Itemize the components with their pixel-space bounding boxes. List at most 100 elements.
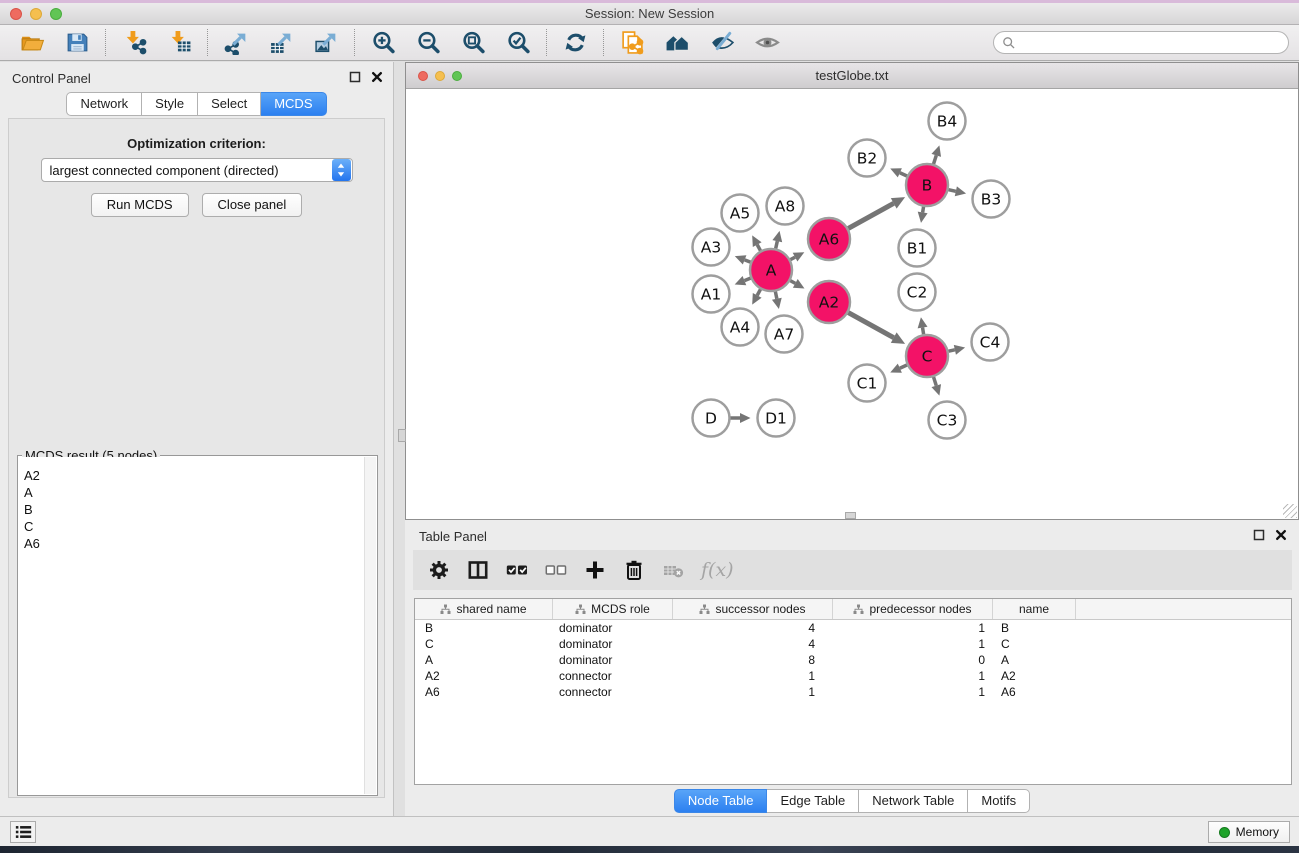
edge-A-A3[interactable] (745, 260, 751, 262)
edge-B-B4[interactable] (934, 155, 937, 164)
edge-C-C4[interactable] (948, 350, 954, 351)
save-session-icon[interactable] (64, 30, 90, 56)
cell-shared-name[interactable]: A (415, 653, 553, 667)
cell-MCDS-role[interactable]: connector (553, 685, 673, 699)
edge-A2-C[interactable] (848, 313, 893, 338)
horizontal-split-handle[interactable] (845, 512, 856, 519)
edge-B-B2[interactable] (900, 173, 907, 176)
vertical-split-handle[interactable] (398, 429, 406, 442)
float-table-panel-icon[interactable] (1252, 528, 1265, 541)
zoom-in-icon[interactable] (370, 30, 396, 56)
edge-A-A7[interactable] (775, 292, 776, 299)
criterion-dropdown[interactable]: largest connected component (directed) (41, 158, 353, 182)
cell-name[interactable]: A2 (993, 669, 1076, 683)
mcds-result-item[interactable]: A (19, 484, 364, 501)
table-row[interactable]: Bdominator41B (415, 620, 1291, 636)
cell-successor-nodes[interactable]: 4 (673, 637, 833, 651)
deselect-all-columns-icon[interactable] (545, 558, 567, 582)
clone-network-icon[interactable] (619, 30, 645, 56)
first-neighbors-icon[interactable] (664, 30, 690, 56)
tab-network[interactable]: Network (66, 92, 142, 116)
export-image-icon[interactable] (313, 30, 339, 56)
edge-A-A8[interactable] (776, 241, 778, 248)
column-header-name[interactable]: name (993, 599, 1076, 619)
column-header-predecessor-nodes[interactable]: predecessor nodes (833, 599, 993, 619)
close-panel-icon[interactable] (370, 70, 383, 83)
cell-successor-nodes[interactable]: 1 (673, 669, 833, 683)
float-panel-icon[interactable] (348, 70, 361, 83)
cell-shared-name[interactable]: B (415, 621, 553, 635)
result-scrollbar[interactable] (364, 457, 376, 794)
window-resize-grip[interactable] (1283, 504, 1297, 518)
graphics-details-icon[interactable] (709, 30, 735, 56)
network-canvas[interactable]: B4B2BB3A5A8A6B1A3AC2A1A2A4A7C4CC1C3DD1 (406, 89, 1298, 519)
mcds-result-item[interactable]: B (19, 501, 364, 518)
table-row[interactable]: Adominator80A (415, 652, 1291, 668)
cell-MCDS-role[interactable]: connector (553, 669, 673, 683)
tab-network-table[interactable]: Network Table (859, 789, 968, 813)
cell-name[interactable]: A6 (993, 685, 1076, 699)
cell-predecessor-nodes[interactable]: 1 (833, 621, 993, 635)
column-header-MCDS-role[interactable]: MCDS role (553, 599, 673, 619)
network-graph[interactable]: B4B2BB3A5A8A6B1A3AC2A1A2A4A7C4CC1C3DD1 (406, 89, 1298, 519)
zoom-selected-icon[interactable] (505, 30, 531, 56)
show-panels-button[interactable] (10, 821, 36, 843)
edge-A-A4[interactable] (757, 289, 760, 295)
edge-C-C2[interactable] (923, 328, 924, 335)
cell-predecessor-nodes[interactable]: 1 (833, 637, 993, 651)
edge-C-C3[interactable] (934, 377, 937, 386)
tab-edge-table[interactable]: Edge Table (767, 789, 859, 813)
mcds-result-item[interactable]: C (19, 518, 364, 535)
cell-name[interactable]: C (993, 637, 1076, 651)
memory-button[interactable]: Memory (1208, 821, 1290, 843)
column-header-successor-nodes[interactable]: successor nodes (673, 599, 833, 619)
network-window-titlebar[interactable]: testGlobe.txt (406, 63, 1298, 89)
apply-layout-icon[interactable] (562, 30, 588, 56)
cell-MCDS-role[interactable]: dominator (553, 653, 673, 667)
edge-B-B3[interactable] (948, 190, 955, 192)
edge-A-A5[interactable] (757, 245, 760, 251)
table-settings-icon[interactable] (428, 558, 450, 582)
export-table-icon[interactable] (268, 30, 294, 56)
import-table-icon[interactable] (166, 30, 192, 56)
delete-column-icon[interactable] (623, 558, 645, 582)
zoom-out-icon[interactable] (415, 30, 441, 56)
edge-A-A1[interactable] (744, 278, 750, 280)
column-header-shared-name[interactable]: shared name (415, 599, 553, 619)
import-network-icon[interactable] (121, 30, 147, 56)
cell-successor-nodes[interactable]: 1 (673, 685, 833, 699)
tab-motifs[interactable]: Motifs (968, 789, 1030, 813)
edge-C-C1[interactable] (900, 365, 907, 368)
zoom-fit-icon[interactable] (460, 30, 486, 56)
edge-A-A6[interactable] (790, 257, 795, 259)
select-all-columns-icon[interactable] (506, 558, 528, 582)
table-row[interactable]: A2connector11A2 (415, 668, 1291, 684)
tab-mcds[interactable]: MCDS (261, 92, 326, 116)
cell-successor-nodes[interactable]: 4 (673, 621, 833, 635)
mcds-result-item[interactable]: A6 (19, 535, 364, 552)
tab-node-table[interactable]: Node Table (674, 789, 768, 813)
cell-shared-name[interactable]: A6 (415, 685, 553, 699)
search-input[interactable] (1016, 33, 1288, 52)
edge-B-B1[interactable] (923, 207, 924, 213)
export-network-icon[interactable] (223, 30, 249, 56)
cell-predecessor-nodes[interactable]: 1 (833, 685, 993, 699)
cell-shared-name[interactable]: A2 (415, 669, 553, 683)
tab-style[interactable]: Style (142, 92, 198, 116)
close-panel-button[interactable]: Close panel (202, 193, 303, 217)
show-hide-details-icon[interactable] (754, 30, 780, 56)
cell-predecessor-nodes[interactable]: 1 (833, 669, 993, 683)
cell-MCDS-role[interactable]: dominator (553, 637, 673, 651)
cell-successor-nodes[interactable]: 8 (673, 653, 833, 667)
close-table-panel-icon[interactable] (1274, 528, 1287, 541)
cell-name[interactable]: A (993, 653, 1076, 667)
table-row[interactable]: A6connector11A6 (415, 684, 1291, 700)
tab-select[interactable]: Select (198, 92, 261, 116)
show-columns-icon[interactable] (467, 558, 489, 582)
cell-name[interactable]: B (993, 621, 1076, 635)
cell-MCDS-role[interactable]: dominator (553, 621, 673, 635)
mcds-result-item[interactable]: A2 (19, 467, 364, 484)
cell-predecessor-nodes[interactable]: 0 (833, 653, 993, 667)
cell-shared-name[interactable]: C (415, 637, 553, 651)
create-column-icon[interactable] (584, 558, 606, 582)
